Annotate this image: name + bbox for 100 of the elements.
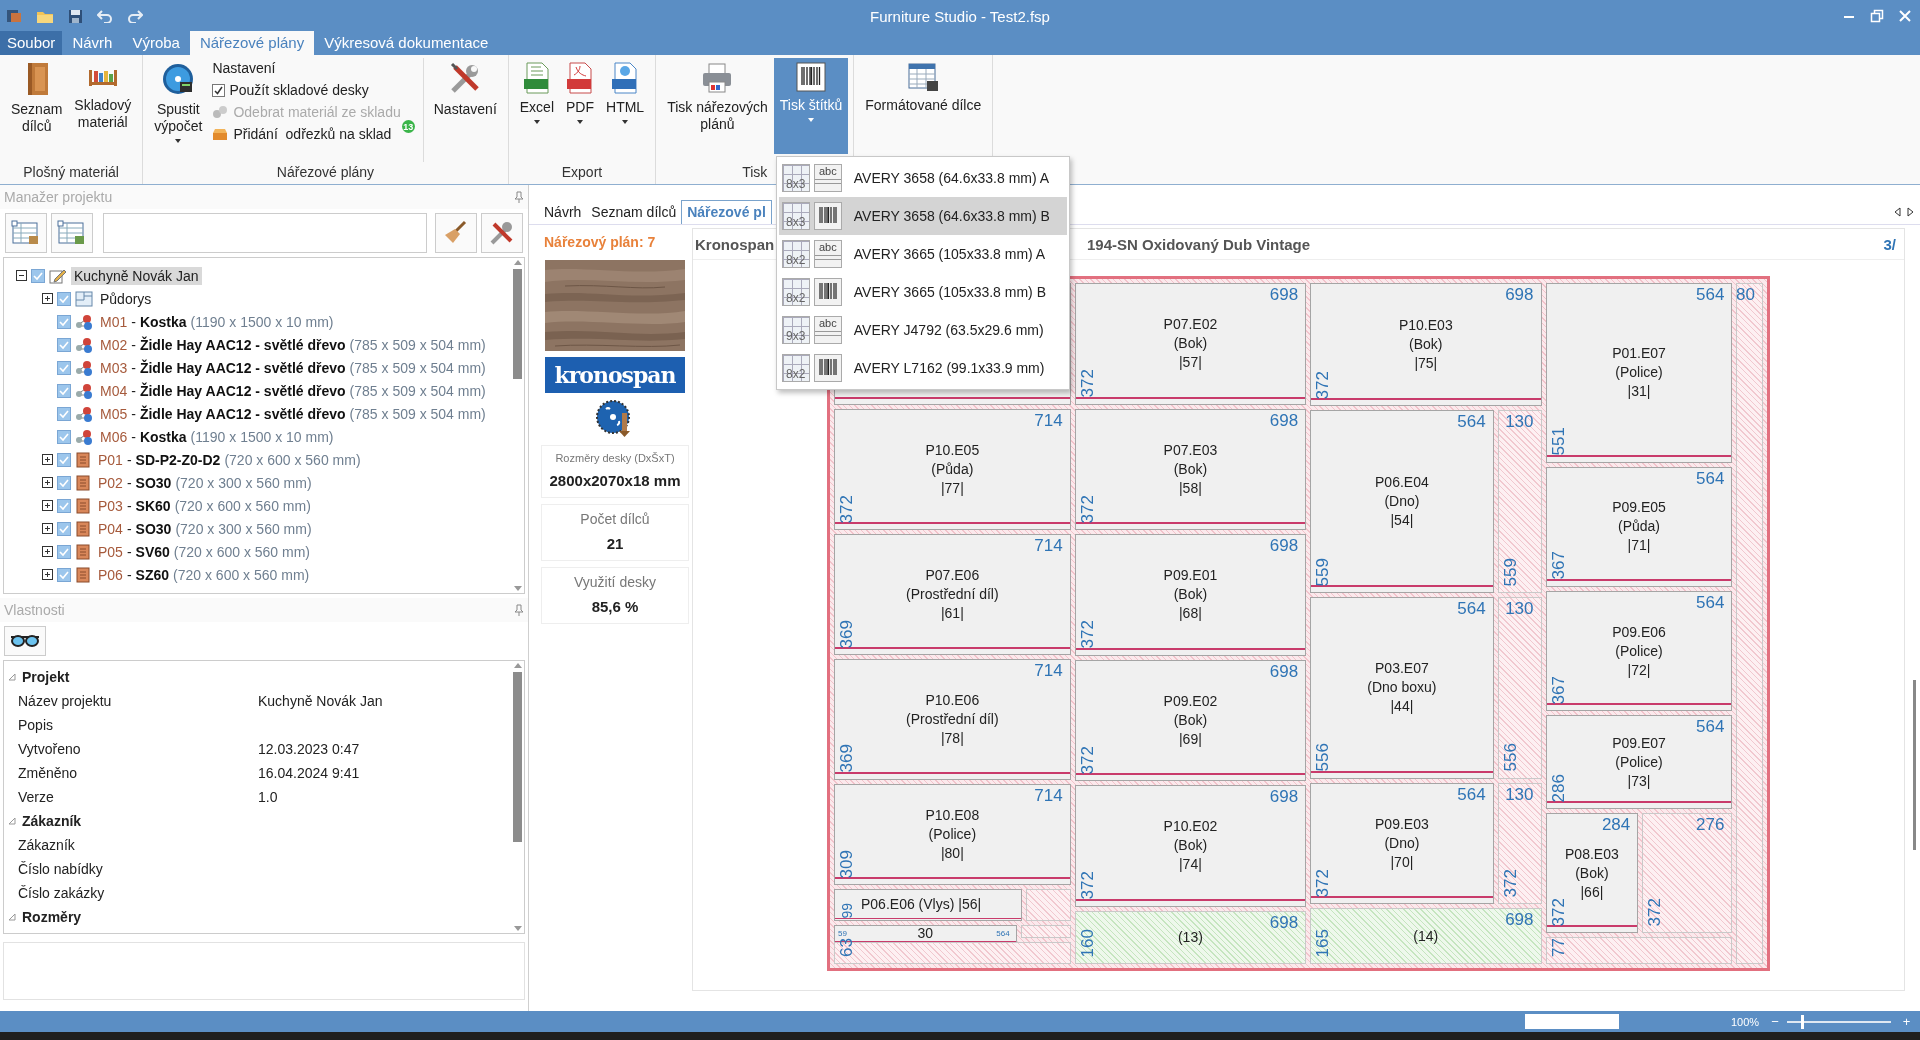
board-part[interactable]: P08.E03 (Bok) |66| 284 372	[1545, 813, 1639, 934]
scroll-down-icon[interactable]	[512, 585, 523, 593]
board-part[interactable]: P03.E07 (Dno boxu) |44| 564 556	[1310, 597, 1494, 779]
ribbon-tab[interactable]: Soubor	[0, 31, 63, 55]
board-part[interactable]: P10.E08 (Police) |80| 714 309	[834, 783, 1071, 886]
checkbox[interactable]	[57, 383, 71, 398]
redo-icon[interactable]	[127, 9, 143, 23]
collapse-triangle-icon[interactable]	[8, 673, 16, 681]
collapse-triangle-icon[interactable]	[8, 913, 16, 921]
checkbox[interactable]	[31, 268, 45, 283]
board-part[interactable]: P09.E01 (Bok) |68| 698 372	[1074, 534, 1307, 656]
board-part[interactable]: P10.E03 (Bok) |75| 698 372	[1310, 283, 1542, 407]
tree-item[interactable]: P05 - SV60 (720 x 600 x 560 mm)	[95, 542, 313, 561]
scroll-up-icon[interactable]	[512, 258, 523, 266]
scrollbar[interactable]	[511, 661, 524, 933]
menu-item[interactable]: 8x3 AVERY 3658 (64.6x33.8 mm) B	[778, 197, 1067, 235]
tree-item[interactable]: P03 - SK60 (720 x 600 x 560 mm)	[95, 496, 314, 515]
ribbon-button[interactable]: Spustit výpočet	[148, 58, 209, 154]
expand-icon[interactable]	[42, 293, 53, 304]
tree-item[interactable]: P04 - SO30 (720 x 300 x 560 mm)	[95, 519, 315, 538]
board-part[interactable]: P10.E06 (Prostřední díl) |78| 714 369	[834, 658, 1071, 780]
checkbox[interactable]	[57, 475, 71, 490]
scroll-up-icon[interactable]	[512, 661, 523, 669]
board-part[interactable]: P09.E06 (Police) |72| 564 367	[1545, 590, 1733, 712]
next-icon[interactable]	[1907, 207, 1914, 217]
tree-item[interactable]: Půdorys	[97, 289, 155, 308]
checkbox[interactable]	[57, 314, 71, 329]
ribbon-button[interactable]: PDF	[560, 58, 600, 154]
ribbon-button[interactable]: Skladový materiál	[68, 58, 138, 154]
checkbox[interactable]	[212, 83, 226, 97]
expand-icon[interactable]	[42, 454, 53, 465]
board-part[interactable]: P09.E07 (Police) |73| 564 286	[1545, 715, 1733, 810]
remnant-area[interactable]: (13) 698 160	[1074, 910, 1307, 964]
board-part[interactable]: P09.E05 (Půda) |71| 564 367	[1545, 466, 1733, 587]
menu-item[interactable]: 8x2 abc AVERY 3665 (105x33.8 mm) A	[778, 235, 1067, 273]
expand-icon[interactable]	[42, 569, 53, 580]
tree-item[interactable]: M01 - Kostka (1190 x 1500 x 10 mm)	[97, 312, 337, 331]
tree-item[interactable]: P02 - SO30 (720 x 300 x 560 mm)	[95, 473, 315, 492]
scroll-down-icon[interactable]	[512, 925, 523, 933]
checkbox[interactable]	[57, 406, 71, 421]
search-field[interactable]	[103, 213, 427, 253]
checkbox[interactable]	[57, 452, 71, 467]
app-icon[interactable]	[6, 8, 22, 24]
ribbon-button[interactable]: Excel	[513, 58, 560, 154]
menu-item[interactable]: 9x3 abc AVERY J4792 (63.5x29.6 mm)	[778, 311, 1067, 349]
tree-item[interactable]: P06 - SZ60 (720 x 600 x 560 mm)	[95, 565, 313, 584]
expand-icon[interactable]	[42, 546, 53, 557]
undo-icon[interactable]	[97, 9, 113, 23]
checkbox[interactable]	[57, 429, 71, 444]
tree-item[interactable]: Kuchyně Novák Jan	[71, 266, 202, 285]
previous-icon[interactable]	[1894, 207, 1901, 217]
slider-thumb[interactable]	[1801, 1014, 1805, 1029]
ribbon-button[interactable]: HTML	[600, 58, 651, 154]
board-part[interactable]: P06.E06 (Vlys) |56| 99	[834, 889, 1023, 921]
menu-item[interactable]: 8x3 abc AVERY 3658 (64.6x33.8 mm) A	[778, 159, 1067, 197]
pin-icon[interactable]	[514, 604, 524, 616]
document-tab[interactable]: Návrh	[539, 201, 587, 224]
document-tab[interactable]: Seznam dílců	[586, 201, 682, 224]
expand-icon[interactable]	[42, 477, 53, 488]
collapse-triangle-icon[interactable]	[8, 817, 16, 825]
document-tab[interactable]: Nářezové pl	[681, 200, 772, 224]
expand-icon[interactable]	[42, 523, 53, 534]
collapse-icon[interactable]	[16, 270, 27, 281]
checkbox[interactable]	[57, 337, 71, 352]
checkbox[interactable]	[57, 567, 71, 582]
menu-item[interactable]: 8x2 AVERY 3665 (105x33.8 mm) B	[778, 273, 1067, 311]
tree-item[interactable]: M02 - Židle Hay AAC12 - světlé dřevo (785 x 509 x 504 mm)	[97, 335, 489, 354]
save-icon[interactable]	[68, 8, 83, 24]
ribbon-button[interactable]: Nastavení	[427, 58, 503, 154]
ribbon-button[interactable]: Formátované dílce	[859, 58, 988, 154]
remnant-area[interactable]: (14) 698 165	[1310, 908, 1542, 964]
board-part[interactable]: P10.E02 (Bok) |74| 698 372	[1074, 785, 1307, 907]
expand-icon[interactable]	[42, 500, 53, 511]
board-part[interactable]: P09.E02 (Bok) |69| 698 372	[1074, 659, 1307, 782]
checkbox[interactable]	[57, 291, 71, 306]
board-part[interactable]: P10.E05 (Půda) |77| 714 372	[834, 408, 1071, 531]
pin-icon[interactable]	[514, 191, 524, 203]
checkbox[interactable]	[57, 521, 71, 536]
scrollbar[interactable]	[511, 258, 524, 593]
tree-item[interactable]: M03 - Židle Hay AAC12 - světlé dřevo (785 x 509 x 504 mm)	[97, 358, 489, 377]
tree-item[interactable]: M06 - Kostka (1190 x 1500 x 10 mm)	[97, 427, 337, 446]
close-icon[interactable]	[1898, 9, 1912, 23]
ribbon-tab[interactable]: Nářezové plány	[189, 31, 315, 55]
scroll-thumb[interactable]	[513, 672, 522, 842]
checkbox-label[interactable]: Použít skladové desky	[229, 80, 369, 100]
scroll-thumb[interactable]	[1912, 680, 1916, 850]
restore-icon[interactable]	[1870, 9, 1884, 23]
scroll-thumb[interactable]	[513, 269, 522, 379]
checkbox[interactable]	[57, 544, 71, 559]
board-part[interactable]: P01.E07 (Police) |31| 564 551	[1545, 283, 1733, 463]
checkbox[interactable]	[57, 360, 71, 375]
ribbon-button[interactable]: Seznam dílců	[5, 58, 69, 154]
tree-item[interactable]: M05 - Židle Hay AAC12 - světlé dřevo (785 x 509 x 504 mm)	[97, 404, 489, 423]
board-part[interactable]: P07.E06 (Prostřední díl) |61| 714 369	[834, 534, 1071, 655]
menu-item[interactable]: 8x2 AVERY L7162 (99.1x33.9 mm)	[778, 349, 1067, 387]
checkbox[interactable]	[57, 498, 71, 513]
board-part[interactable]: P07.E02 (Bok) |57| 698 372	[1074, 283, 1307, 405]
toolbar-button[interactable]	[4, 626, 46, 656]
board-part[interactable]: P09.E03 (Dno) |70| 564 372	[1310, 782, 1494, 905]
board-part[interactable]: P07.E03 (Bok) |58| 698 372	[1074, 408, 1307, 531]
